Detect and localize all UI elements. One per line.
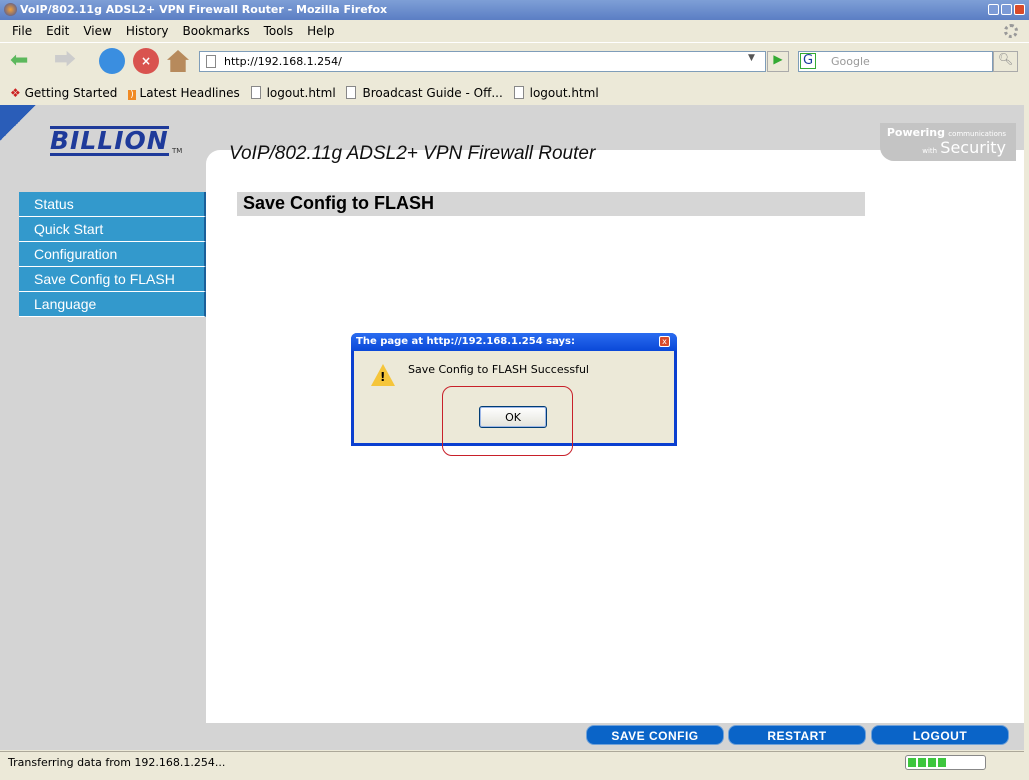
menu-edit[interactable]: Edit xyxy=(46,24,69,38)
page-icon xyxy=(513,86,524,99)
title-bar: VoIP/802.11g ADSL2+ VPN Firewall Router … xyxy=(0,0,1029,20)
tagline: Powering communications with Security xyxy=(880,123,1016,161)
warning-exclamation: ! xyxy=(380,370,386,384)
maximize-button[interactable] xyxy=(1001,4,1012,15)
page-icon xyxy=(206,55,216,68)
dialog-title: The page at http://192.168.1.254 says: xyxy=(351,333,677,351)
search-input[interactable]: Google xyxy=(798,51,993,72)
menu-file[interactable]: File xyxy=(12,24,32,38)
progress-bar xyxy=(905,755,986,770)
page-icon xyxy=(346,86,357,99)
menu-tools[interactable]: Tools xyxy=(264,24,294,38)
bookmark-label: Getting Started xyxy=(24,86,118,100)
bookmark-latest-headlines[interactable]: ) Latest Headlines xyxy=(128,86,240,100)
go-button[interactable]: ▶ xyxy=(767,51,789,72)
sidebar-item-quick-start[interactable]: Quick Start xyxy=(19,217,206,242)
bookmark-label: logout.html xyxy=(529,86,599,100)
billion-logo: BILLION xyxy=(50,126,169,156)
bookmark-logout-2[interactable]: logout.html xyxy=(513,86,599,100)
forward-button[interactable]: ⮕ xyxy=(54,50,76,72)
status-text: Transferring data from 192.168.1.254... xyxy=(8,756,226,769)
trademark: TM xyxy=(172,147,183,155)
firefox-icon xyxy=(4,3,17,16)
bookmark-broadcast-guide[interactable]: Broadcast Guide - Off... xyxy=(346,86,503,100)
rss-icon: ) xyxy=(128,90,136,100)
search-button[interactable]: 🔍︎ xyxy=(993,51,1018,72)
throbber-icon xyxy=(1004,24,1018,38)
sidebar-item-language[interactable]: Language xyxy=(19,292,206,317)
dialog-close-button[interactable]: x xyxy=(659,336,670,347)
stop-button[interactable]: × xyxy=(133,48,159,74)
menu-bar: File Edit View History Bookmarks Tools Help xyxy=(0,20,1029,42)
page-icon xyxy=(250,86,261,99)
dialog-message: Save Config to FLASH Successful xyxy=(408,363,589,376)
bookmark-logout[interactable]: logout.html xyxy=(250,86,336,100)
google-engine-icon[interactable]: G xyxy=(800,53,816,69)
reload-button[interactable] xyxy=(99,48,125,74)
progress-fill xyxy=(908,758,946,767)
sidebar-item-status[interactable]: Status xyxy=(19,192,206,217)
bookmark-getting-started[interactable]: ❖ Getting Started xyxy=(10,86,117,100)
sidebar-item-configuration[interactable]: Configuration xyxy=(19,242,206,267)
sidebar-item-save-config[interactable]: Save Config to FLASH xyxy=(19,267,206,292)
bookmark-label: logout.html xyxy=(266,86,336,100)
minimize-button[interactable] xyxy=(988,4,999,15)
menu-history[interactable]: History xyxy=(126,24,169,38)
sidebar: Status Quick Start Configuration Save Co… xyxy=(19,192,206,317)
logout-button[interactable]: LOGOUT xyxy=(871,725,1009,745)
status-bar: Transferring data from 192.168.1.254... xyxy=(0,751,1024,773)
menu-bookmarks[interactable]: Bookmarks xyxy=(183,24,250,38)
restart-button[interactable]: RESTART xyxy=(728,725,866,745)
bookmark-label: Latest Headlines xyxy=(139,86,240,100)
close-window-button[interactable] xyxy=(1014,4,1025,15)
menu-help[interactable]: Help xyxy=(307,24,334,38)
menu-view[interactable]: View xyxy=(83,24,111,38)
url-input[interactable]: http://192.168.1.254/ xyxy=(199,51,766,72)
bookmarks-toolbar: ❖ Getting Started ) Latest Headlines log… xyxy=(0,83,1029,105)
highlight-annotation xyxy=(442,386,573,456)
bookmark-label: Broadcast Guide - Off... xyxy=(362,86,503,100)
save-config-button[interactable]: SAVE CONFIG xyxy=(586,725,724,745)
page-heading: Save Config to FLASH xyxy=(237,192,865,216)
url-dropdown-icon[interactable]: ▼ xyxy=(748,53,755,63)
back-button[interactable]: ⬅ xyxy=(10,50,28,72)
window-title: VoIP/802.11g ADSL2+ VPN Firewall Router … xyxy=(20,3,388,16)
product-title: VoIP/802.11g ADSL2+ VPN Firewall Router xyxy=(229,143,596,164)
